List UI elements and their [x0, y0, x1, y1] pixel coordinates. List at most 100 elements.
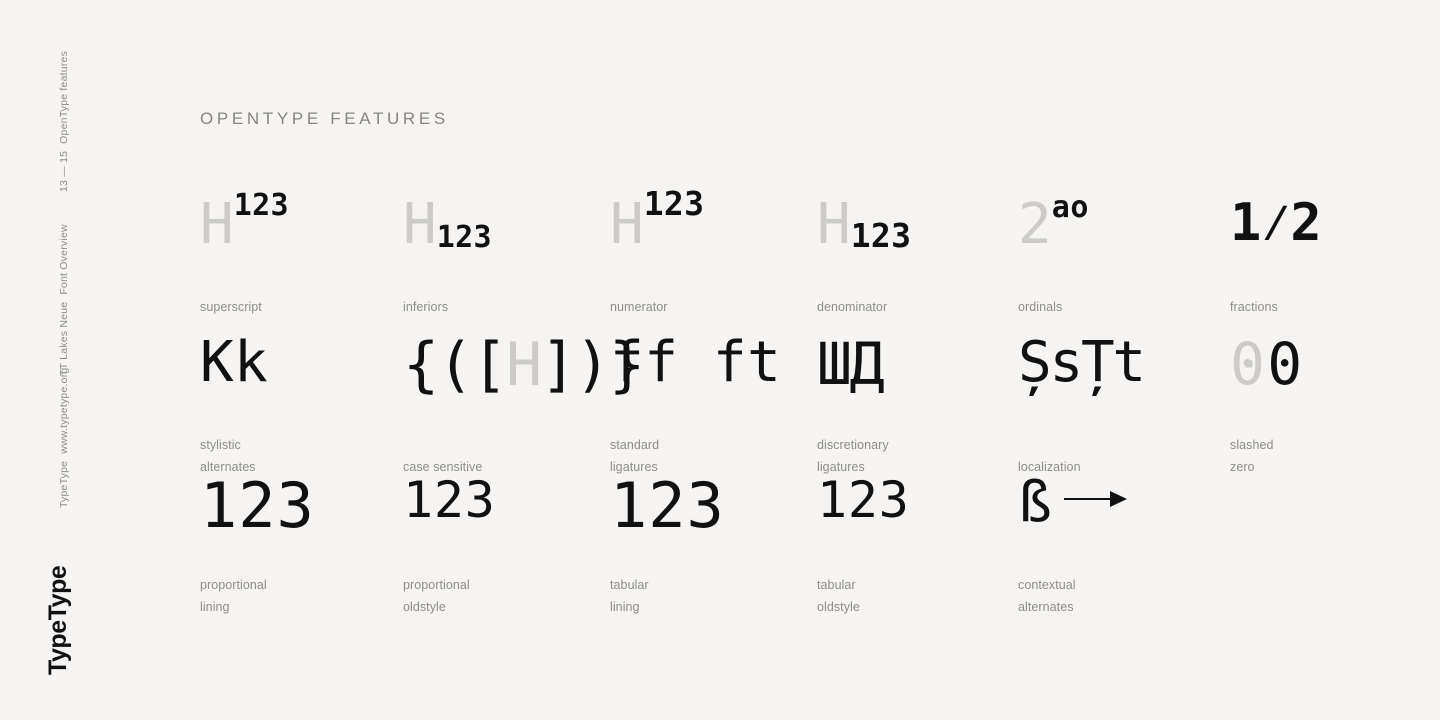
caption-line: oldstyle [817, 600, 860, 615]
sidebar: 13 — 15 OpenType features TT Lakes Neue … [0, 0, 180, 720]
caption-line: alternates [1018, 600, 1074, 615]
sidebar-website-link[interactable]: www.typetype.org [58, 368, 71, 454]
sidebar-font-meta: TT Lakes Neue Font Overview [58, 224, 71, 376]
feature-cell-proportional-lining[interactable]: 123 proportional lining [200, 475, 400, 619]
feature-caption: proportional oldstyle [403, 575, 470, 619]
specimen-fractions: 1⁄2 [1230, 193, 1322, 281]
feature-cell-contextual-alternates[interactable]: ß contextual alternates [1018, 475, 1218, 619]
feature-cell-tabular-lining[interactable]: 123 tabular lining [610, 475, 810, 619]
caption-line: superscript [200, 300, 262, 315]
glyph-group: 123 [200, 469, 315, 542]
feature-cell-denominator[interactable]: H 123 denominator [817, 176, 1017, 319]
brand-logo: TypeType [44, 565, 72, 675]
sidebar-font-name: TT Lakes Neue [58, 301, 70, 376]
zero-dot-icon [1245, 360, 1253, 368]
caption-line: lining [610, 600, 640, 615]
glyph-mark: 123 [233, 188, 289, 223]
caption-line: ordinals [1018, 300, 1063, 315]
glyph-mark: 123 [643, 184, 705, 223]
glyph-base: 2 [1018, 192, 1052, 257]
glyph-group: 123 [610, 469, 725, 542]
specimen-localization: ȘsȚt [1018, 330, 1146, 419]
main-content: OPENTYPE FEATURES H 123 superscript H 123 … [200, 0, 1440, 720]
glyph-base: H [200, 192, 234, 257]
sidebar-company-meta: TypeType www.typetype.org [58, 368, 71, 508]
specimen-tabular-oldstyle: 123 [817, 475, 910, 559]
feature-caption: proportional lining [200, 575, 267, 619]
specimen-inferiors: H 123 [403, 197, 492, 281]
feature-cell-standard-ligatures[interactable]: ff ft standard ligatures [610, 319, 810, 479]
caption-line: standard [610, 438, 660, 453]
sidebar-company-name: TypeType [58, 460, 70, 508]
glyph-group: 123 [817, 471, 910, 529]
feature-caption: ordinals [1018, 297, 1062, 319]
glyph-group: ff ft [610, 330, 782, 395]
caption-line: oldstyle [403, 600, 446, 615]
caption-line: lining [200, 600, 230, 615]
glyph-base: H [403, 192, 437, 257]
specimen-slashed-zero: 00 [1230, 335, 1305, 419]
caption-line: denominator [817, 300, 888, 315]
feature-cell-fractions[interactable]: 1⁄2 fractions [1230, 176, 1430, 319]
caption-line: proportional [200, 578, 267, 593]
glyph-mark: ao [1051, 190, 1090, 225]
sidebar-document-name: Font Overview [58, 224, 70, 295]
opentype-feature-grid: H123 superscript H123 inferiors H123 [200, 176, 1440, 619]
feature-cell-discretionary-ligatures[interactable]: ШД discretionary ligatures [817, 319, 1017, 479]
feature-cell-stylistic-alternates[interactable]: Кk stylistic alternates [200, 319, 400, 479]
feature-row: H123 superscript H123 inferiors H123 [200, 176, 1440, 319]
glyph-mark: 123 [436, 220, 492, 255]
caption-line: proportional [403, 578, 470, 593]
specimen-proportional-oldstyle: 123 [403, 475, 496, 559]
specimen-contextual-alternates: ß [1018, 475, 1128, 559]
specimen-standard-ligatures: ff ft [610, 335, 781, 419]
glyph-group: Кk [200, 330, 268, 395]
feature-caption: slashed zero [1230, 435, 1274, 479]
right-arrow-icon [1063, 487, 1128, 511]
glyph-group: 1⁄2 [1230, 193, 1322, 253]
page-title: OPENTYPE FEATURES [200, 109, 449, 128]
feature-cell-case-sensitive[interactable]: {([H])} case sensitive [403, 319, 645, 479]
glyph-group: ȘsȚt [1018, 330, 1146, 395]
caption-line: contextual [1018, 578, 1076, 593]
feature-caption: superscript [200, 297, 262, 319]
caption-line: stylistic [200, 438, 241, 453]
caption-line: fractions [1230, 300, 1278, 315]
sidebar-section-number: 13 — 15 [58, 150, 70, 192]
feature-cell-numerator[interactable]: H 123 numerator [610, 176, 810, 319]
caption-line: slashed [1230, 438, 1274, 453]
caption-line: inferiors [403, 300, 449, 315]
glyph-zero-dotted: 0 [1230, 335, 1267, 393]
specimen-numerator: H 123 [610, 187, 704, 281]
feature-cell-slashed-zero[interactable]: 00 slashed zero [1230, 319, 1430, 479]
specimen-proportional-lining: 123 [200, 475, 315, 559]
specimen-denominator: H 123 [817, 197, 911, 281]
caption-line: zero [1230, 460, 1255, 475]
sidebar-section-name: OpenType features [58, 50, 70, 144]
specimen-discretionary-ligatures: ШД [817, 330, 885, 419]
glyph-group: ß [1018, 470, 1052, 535]
feature-cell-ordinals[interactable]: 2 ao ordinals [1018, 176, 1218, 319]
glyph-base: H [505, 330, 542, 400]
feature-cell-inferiors[interactable]: H 123 inferiors [403, 176, 603, 319]
feature-caption: tabular oldstyle [817, 575, 860, 619]
specimen-tabular-lining: 123 [610, 475, 725, 559]
specimen-stylistic-alternates: Кk [200, 335, 268, 419]
caption-line: tabular [610, 578, 649, 593]
glyph-group: ШД [817, 330, 885, 398]
caption-line: numerator [610, 300, 668, 315]
glyph-group: 123 [403, 471, 496, 529]
sidebar-section-meta: 13 — 15 OpenType features [58, 51, 71, 192]
feature-cell-superscript[interactable]: H 123 superscript [200, 176, 400, 319]
glyph-group: 0 [1267, 330, 1305, 398]
caption-line: tabular [817, 578, 856, 593]
feature-caption: fractions [1230, 297, 1278, 319]
feature-caption: tabular lining [610, 575, 649, 619]
caption-line: discretionary [817, 438, 889, 453]
feature-cell-proportional-oldstyle[interactable]: 123 proportional oldstyle [403, 475, 603, 619]
feature-cell-localization[interactable]: ȘsȚt localization [1018, 319, 1218, 479]
feature-caption: denominator [817, 297, 887, 319]
feature-cell-tabular-oldstyle[interactable]: 123 tabular oldstyle [817, 475, 1017, 619]
feature-caption: numerator [610, 297, 668, 319]
specimen-superscript: H 123 [200, 191, 289, 281]
